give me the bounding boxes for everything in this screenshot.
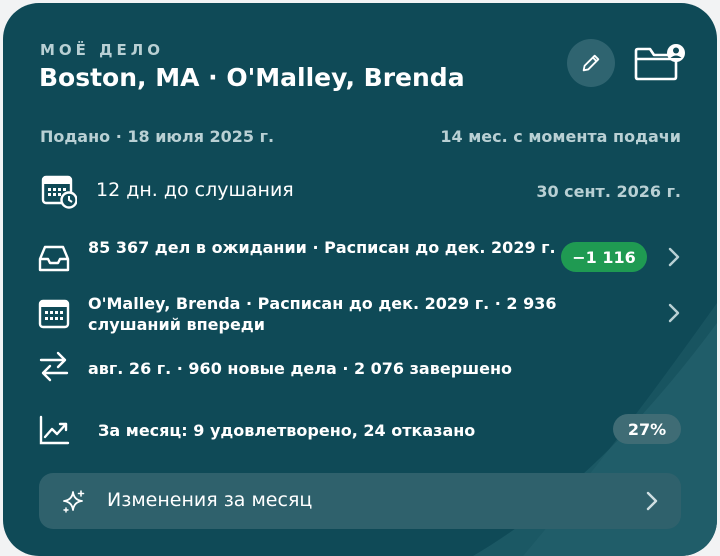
arrows-swap-icon [39, 351, 69, 382]
months-since-filing: 14 мес. с момента подачи [440, 127, 681, 146]
sparkles-icon [63, 490, 85, 513]
filed-date: Подано · 18 июля 2025 г. [40, 127, 275, 146]
chevron-right-icon [646, 491, 658, 511]
case-title: Boston, MA · O'Malley, Brenda [39, 63, 465, 92]
pencil-icon [582, 54, 600, 72]
calendar-icon [38, 299, 70, 329]
case-flow-text: авг. 26 г. · 960 новые дела · 2 076 заве… [88, 359, 513, 378]
monthly-changes-button[interactable]: Изменения за месяц [39, 473, 681, 529]
chevron-right-icon [668, 247, 680, 267]
hearing-date: 30 сент. 2026 г. [536, 182, 681, 201]
grant-rate-badge: 27% [613, 414, 681, 444]
chevron-right-icon [668, 303, 680, 323]
monthly-changes-label: Изменения за месяц [107, 489, 313, 511]
pending-cases-text: 85 367 дел в ожидании · Расписан до дек.… [88, 238, 556, 257]
folder-user-icon [634, 44, 685, 81]
case-card: МОЁ ДЕЛО Boston, MA · O'Malley, Brenda П… [3, 3, 717, 556]
inbox-icon [38, 245, 70, 272]
trend-up-icon [39, 415, 70, 445]
pending-change-badge: −1 116 [561, 242, 647, 272]
judge-schedule-text: O'Malley, Brenda · Расписан до дек. 2029… [88, 294, 557, 334]
section-eyebrow: МОЁ ДЕЛО [40, 41, 164, 59]
monthly-decisions-text: За месяц: 9 удовлетворено, 24 отказано [98, 421, 476, 440]
calendar-clock-icon [41, 175, 77, 209]
hearing-countdown: 12 дн. до слушания [96, 179, 294, 201]
edit-button[interactable] [567, 39, 615, 87]
case-folder-button[interactable] [631, 39, 687, 87]
